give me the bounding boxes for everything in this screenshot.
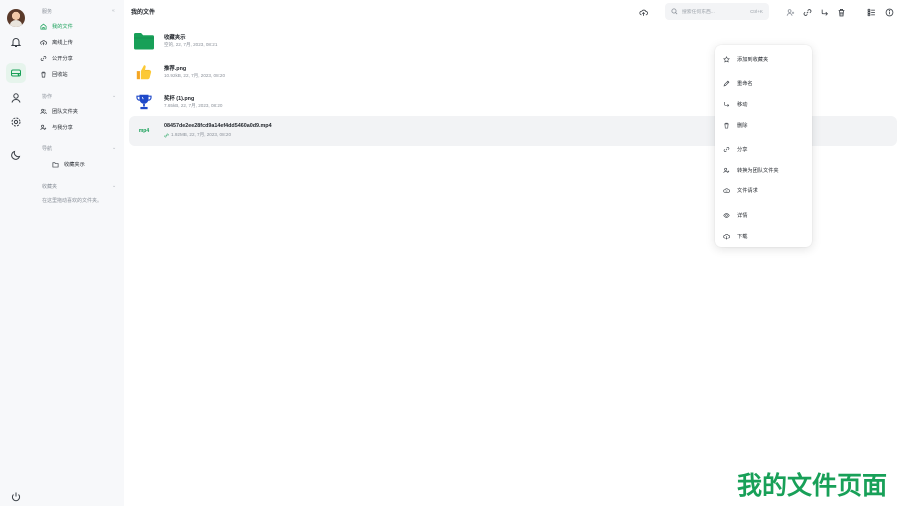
section-header-favorites: 收藏夹 ⌄ xyxy=(42,183,117,190)
move-icon[interactable] xyxy=(818,6,830,18)
sidebar-item-public-share[interactable]: 公开分享 xyxy=(40,52,120,64)
sidebar-item-shared-with-me[interactable]: 与我分享 xyxy=(40,121,120,133)
page-title: 我的文件 xyxy=(131,10,156,16)
section-header-cloud: 服务 « xyxy=(42,8,115,15)
menu-item-move[interactable]: 移动 xyxy=(715,97,812,111)
search-icon xyxy=(671,8,678,15)
section-header-nav: 导航 ⌄ xyxy=(42,145,117,152)
eye-icon xyxy=(723,212,730,218)
sidebar-item-recycle-bin[interactable]: 回收站 xyxy=(40,68,120,80)
chevron-icon[interactable]: ⌄ xyxy=(112,93,116,99)
trophy-icon xyxy=(133,92,155,112)
menu-item-share[interactable]: 分享 xyxy=(715,142,812,156)
info-icon[interactable] xyxy=(883,6,895,18)
bell-icon[interactable] xyxy=(6,32,26,52)
sidebar-item-offline-upload[interactable]: 离线上传 xyxy=(40,36,120,48)
upload-icon[interactable] xyxy=(637,6,649,18)
menu-item-convert-team-folder[interactable]: 转换为团队文件夹 xyxy=(715,163,812,177)
move-icon xyxy=(724,101,730,107)
trash-icon xyxy=(724,122,729,128)
star-icon xyxy=(723,55,730,62)
delete-icon[interactable] xyxy=(835,6,847,18)
sidebar: 服务 « 我的文件 离线上传 公开分享 回收站 协作 ⌄ 团队文件夹 与我分享 … xyxy=(32,0,124,506)
context-menu: 添加到收藏夹 重命名 移动 删除 分享 转换为团队文件夹 文件请求 详情 下载 xyxy=(715,45,812,247)
video-file-thumbnail: mp4 xyxy=(133,121,155,141)
cloud-request-icon xyxy=(723,187,730,193)
trash-icon xyxy=(41,71,46,77)
moon-icon[interactable] xyxy=(6,145,26,165)
menu-item-file-request[interactable]: 文件请求 xyxy=(715,183,812,197)
file-name: 奖杯 (1).png xyxy=(164,96,195,102)
file-name: 推荐.png xyxy=(164,66,187,72)
file-meta: 10.92kB, 22, 7月, 2023, 08:20 xyxy=(164,73,226,78)
pencil-icon xyxy=(723,80,730,86)
folder-icon xyxy=(52,161,59,167)
download-icon xyxy=(723,233,730,240)
folder-icon xyxy=(133,31,155,51)
settings-icon[interactable] xyxy=(6,112,26,132)
file-type-label: mp4 xyxy=(138,128,150,134)
power-icon[interactable] xyxy=(6,487,26,506)
page-caption-watermark: 我的文件页面 xyxy=(737,471,888,500)
add-member-icon[interactable] xyxy=(784,6,796,18)
drive-icon[interactable] xyxy=(6,63,26,83)
team-convert-icon xyxy=(723,167,730,173)
menu-item-add-favorite[interactable]: 添加到收藏夹 xyxy=(715,52,812,66)
view-options-icon[interactable] xyxy=(865,6,877,18)
share-link-icon[interactable] xyxy=(801,6,813,18)
avatar[interactable] xyxy=(7,9,25,27)
file-name: 收藏夹示 xyxy=(164,35,186,41)
sidebar-item-nav-folder[interactable]: 收藏夹示 xyxy=(52,158,132,170)
file-meta: 7.65kB, 22, 7月, 2023, 08:20 xyxy=(164,103,223,108)
menu-item-delete[interactable]: 删除 xyxy=(715,118,812,132)
menu-item-details[interactable]: 详情 xyxy=(715,208,812,222)
menu-item-download[interactable]: 下载 xyxy=(715,229,812,243)
menu-item-rename[interactable]: 重命名 xyxy=(715,76,812,90)
team-icon xyxy=(40,108,47,114)
icon-rail xyxy=(0,0,32,506)
chevron-icon[interactable]: ⌄ xyxy=(112,145,116,151)
search-placeholder: 搜索任何东西... xyxy=(682,10,715,15)
favorites-empty-hint: 在这里拖动喜欢的文件夹。 xyxy=(42,198,103,204)
thumbs-up-icon xyxy=(133,62,155,82)
home-icon xyxy=(40,23,47,29)
shared-link-icon xyxy=(164,133,169,137)
file-meta: 空的, 22, 7月, 2023, 08:21 xyxy=(164,42,218,47)
user-icon[interactable] xyxy=(6,88,26,108)
search-input[interactable]: 搜索任何东西... Ctrl+K xyxy=(665,3,769,20)
chevron-icon[interactable]: ⌄ xyxy=(112,183,116,189)
sidebar-item-team-folders[interactable]: 团队文件夹 xyxy=(40,105,120,117)
collapse-sidebar-icon[interactable]: « xyxy=(112,8,115,14)
section-header-collab: 协作 ⌄ xyxy=(42,93,117,100)
sidebar-item-my-files[interactable]: 我的文件 xyxy=(40,20,120,32)
link-icon xyxy=(40,55,47,61)
cloud-upload-icon xyxy=(40,39,47,45)
shared-user-icon xyxy=(40,124,47,130)
link-icon xyxy=(723,146,730,152)
file-name: 08457de2ee28fcd9a14ef4dd5460a0d9.mp4 xyxy=(164,123,272,129)
file-meta: 1.92MB, 22, 7月, 2023, 08:20 xyxy=(164,132,231,138)
search-shortcut: Ctrl+K xyxy=(750,9,763,14)
